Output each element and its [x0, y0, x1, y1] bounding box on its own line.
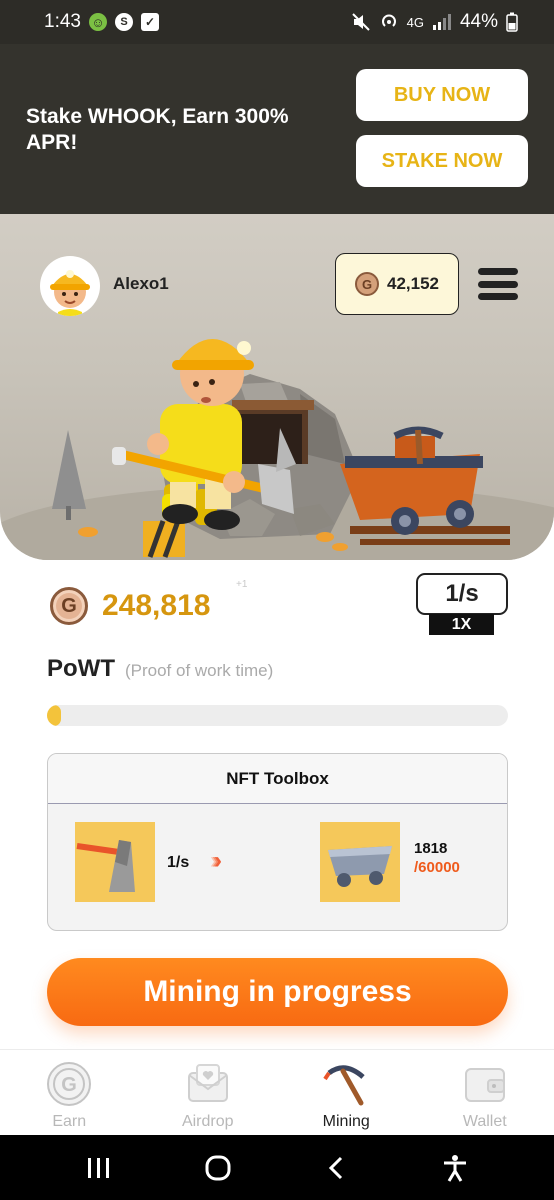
tab-label: Wallet	[462, 1113, 507, 1130]
back-button[interactable]	[306, 1143, 366, 1193]
menu-button[interactable]	[478, 268, 518, 300]
wallet-icon	[462, 1061, 508, 1107]
signal-icon	[432, 14, 451, 30]
powt-title: PoWT	[47, 655, 115, 682]
tool-rate: 1/s	[167, 854, 190, 871]
stake-now-button[interactable]: STAKE NOW	[356, 135, 528, 187]
tab-label: Airdrop	[181, 1113, 234, 1130]
recent-apps-icon	[88, 1157, 110, 1178]
powt-subtitle: (Proof of work time)	[124, 661, 274, 680]
tab-airdrop[interactable]: Airdrop	[139, 1050, 278, 1135]
coin-icon: G	[355, 272, 379, 296]
coin-icon: G	[50, 587, 88, 625]
coin-icon: G	[46, 1061, 92, 1107]
accessibility-icon	[443, 1154, 466, 1182]
buy-now-button[interactable]: BUY NOW	[356, 69, 528, 121]
hotspot-icon	[381, 14, 396, 27]
mute-icon	[351, 13, 370, 31]
powt-progress-bar	[47, 705, 508, 726]
status-bar: 1:43 ☺ S ✓ 4G 44%	[0, 0, 554, 44]
tab-label: Mining	[322, 1113, 370, 1130]
checkbox-notification-icon: ✓	[140, 13, 159, 31]
status-time: 1:43	[44, 11, 81, 32]
cart-capacity-current: 1818	[414, 840, 448, 857]
mined-total: G 248,818	[50, 587, 210, 625]
powt-heading: PoWT (Proof of work time)	[47, 655, 273, 683]
promo-text: Stake WHOOK, Earn 300% APR!	[26, 105, 289, 154]
balance-value: 42,152	[387, 274, 439, 293]
mining-button[interactable]: Mining in progress	[47, 958, 508, 1026]
balance-pill[interactable]: G 42,152	[335, 253, 459, 315]
mining-multiplier: 1X	[429, 614, 494, 635]
recent-apps-button[interactable]	[69, 1143, 129, 1193]
back-icon	[329, 1156, 343, 1179]
miner-avatar-icon	[50, 270, 90, 316]
tab-label: Earn	[52, 1113, 87, 1130]
increment-indicator: +1	[236, 579, 248, 590]
powt-progress-fill	[47, 705, 61, 726]
axe-icon	[76, 840, 135, 892]
tool-axe-tile[interactable]	[75, 822, 155, 902]
nft-toolbox: NFT Toolbox 1/s ››› 1818 /60000	[47, 753, 508, 931]
minecart-icon	[328, 846, 392, 887]
home-icon	[205, 1155, 231, 1180]
tab-wallet[interactable]: Wallet	[416, 1050, 554, 1135]
svg-text:G: G	[61, 1074, 77, 1096]
menu-bar	[478, 293, 518, 300]
battery-icon	[506, 12, 518, 32]
mined-total-value: 248,818	[102, 589, 211, 622]
username: Alexo1	[113, 274, 169, 293]
app-notification-icon: ☺	[88, 13, 107, 31]
chevrons-right-icon: ›››	[210, 847, 222, 874]
bottom-tab-bar: G Earn Airdrop Mining Wallet	[0, 1049, 554, 1135]
menu-bar	[478, 280, 518, 288]
menu-bar	[478, 268, 518, 275]
tab-earn[interactable]: G Earn	[0, 1050, 139, 1135]
avatar[interactable]	[40, 256, 100, 316]
mining-rate: 1/s	[416, 573, 508, 615]
toolbox-title: NFT Toolbox	[48, 754, 507, 804]
accessibility-button[interactable]	[425, 1143, 485, 1193]
pickaxe-icon	[323, 1061, 369, 1107]
home-button[interactable]	[188, 1143, 248, 1193]
hero-section: Alexo1 G 42,152	[0, 214, 554, 560]
envelope-heart-icon	[185, 1061, 231, 1107]
tab-mining[interactable]: Mining	[277, 1050, 416, 1135]
promo-banner: Stake WHOOK, Earn 300% APR! BUY NOW STAK…	[0, 44, 554, 214]
tool-cart-tile[interactable]	[320, 822, 400, 902]
system-nav-bar	[0, 1135, 554, 1200]
battery-percent: 44%	[459, 11, 498, 32]
network-type: 4G	[406, 14, 424, 30]
cart-capacity-max: /60000	[414, 859, 460, 876]
app-notification-icon: S	[114, 13, 133, 31]
